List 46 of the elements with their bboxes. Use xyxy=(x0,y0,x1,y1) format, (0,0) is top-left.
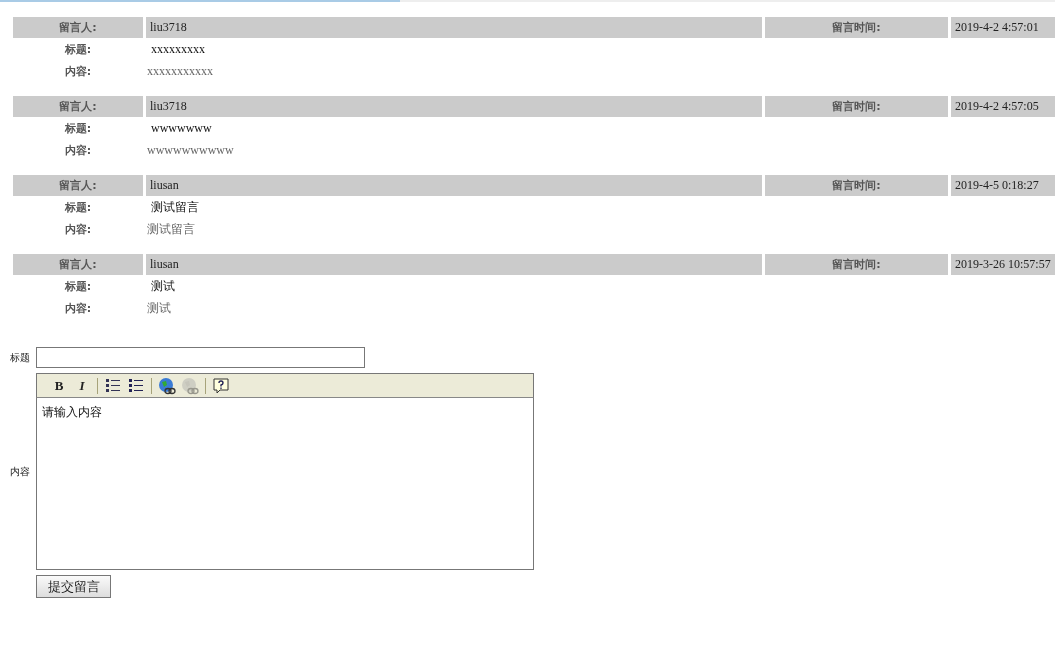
content-textarea[interactable]: 请输入内容 xyxy=(36,398,534,570)
bullet-list-icon xyxy=(128,377,144,394)
post-time: 2019-4-5 0:18:27 xyxy=(951,175,1055,196)
post-time: 2019-4-2 4:57:01 xyxy=(951,17,1055,38)
content-label: 内容: xyxy=(64,300,92,316)
help-icon xyxy=(213,377,229,394)
author-label: 留言人: xyxy=(13,17,143,38)
author-label: 留言人: xyxy=(13,175,143,196)
help-button[interactable] xyxy=(211,375,231,396)
time-label: 留言时间: xyxy=(765,96,948,117)
author-name: liusan xyxy=(146,254,762,275)
link-button[interactable] xyxy=(157,375,177,396)
time-label: 留言时间: xyxy=(765,17,948,38)
author-label: 留言人: xyxy=(13,96,143,117)
author-name: liu3718 xyxy=(146,96,762,117)
post-time: 2019-4-2 4:57:05 xyxy=(951,96,1055,117)
message-title: 测试留言 xyxy=(150,198,199,216)
message-content: 测试留言 xyxy=(146,220,195,238)
author-label: 留言人: xyxy=(13,254,143,275)
author-name: liu3718 xyxy=(146,17,762,38)
post-time: 2019-3-26 10:57:57 xyxy=(951,254,1055,275)
message-content: 测试 xyxy=(146,299,171,317)
globe-chain-icon xyxy=(158,376,176,395)
title-label: 标题: xyxy=(64,278,92,294)
message-content: xxxxxxxxxxx xyxy=(146,63,213,79)
globe-chain-icon xyxy=(181,376,199,395)
message-title: xxxxxxxxx xyxy=(150,41,205,57)
message-title: wwwwwww xyxy=(150,120,212,136)
submit-button[interactable]: 提交留言 xyxy=(36,575,111,598)
title-label: 标题: xyxy=(64,120,92,136)
content-label: 内容 xyxy=(9,464,30,479)
title-input[interactable] xyxy=(36,347,365,368)
author-name: liusan xyxy=(146,175,762,196)
numbered-list-icon xyxy=(105,377,121,394)
title-label: 标题: xyxy=(64,41,92,57)
title-label: 标题 xyxy=(9,350,30,365)
title-label: 标题: xyxy=(64,199,92,215)
content-label: 内容: xyxy=(64,142,92,158)
time-label: 留言时间: xyxy=(765,175,948,196)
content-label: 内容: xyxy=(64,63,92,79)
bold-button[interactable]: B xyxy=(49,375,69,396)
time-label: 留言时间: xyxy=(765,254,948,275)
message-title: 测试 xyxy=(150,277,175,295)
message-content: wwwwwwwwww xyxy=(146,142,234,158)
content-label: 内容: xyxy=(64,221,92,237)
italic-button[interactable]: I xyxy=(72,375,92,396)
